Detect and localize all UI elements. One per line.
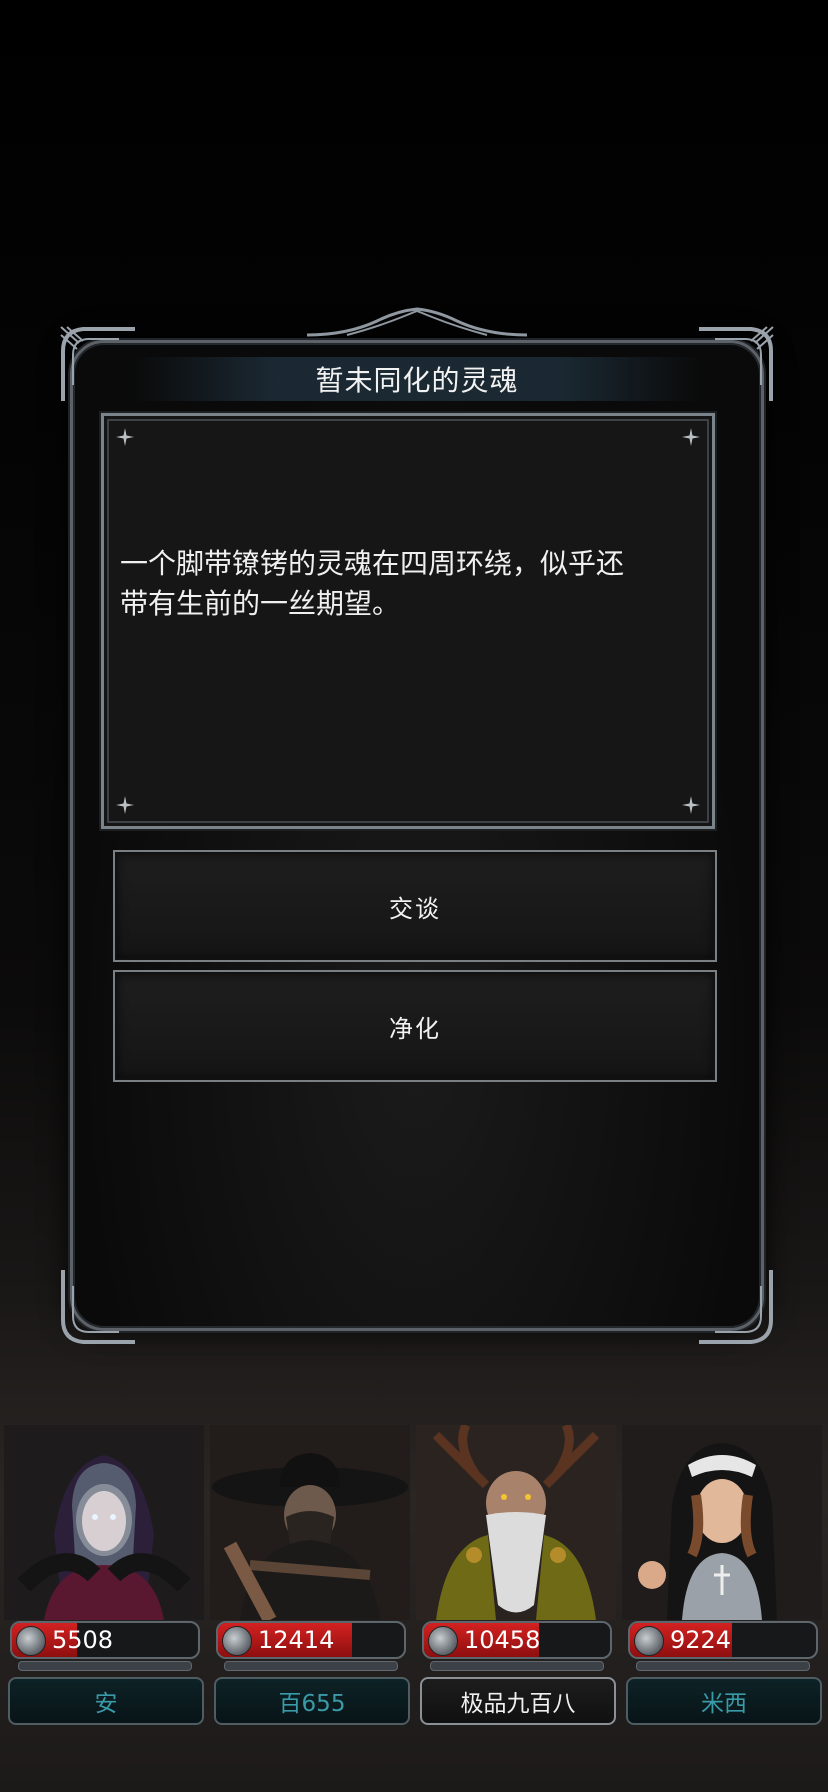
member-name-button[interactable]: 百655 <box>214 1677 410 1725</box>
hp-value: 10458 <box>464 1626 541 1654</box>
hat-swordsman-portrait <box>210 1425 410 1620</box>
energy-bar <box>18 1661 192 1671</box>
hp-value: 12414 <box>258 1626 335 1654</box>
energy-bar <box>430 1661 604 1671</box>
sword-icon <box>428 1626 458 1656</box>
sparkle-icon <box>116 796 134 814</box>
hp-bar: 5508 <box>10 1621 200 1659</box>
energy-bar <box>224 1661 398 1671</box>
party-member-card[interactable]: 10458 极品九百八 <box>416 1425 616 1725</box>
party-bar: 5508 安 12414 百655 10458 极品九百八 9224 米西 <box>0 1425 828 1725</box>
hp-bar: 10458 <box>422 1621 612 1659</box>
dialog-text-panel: 一个脚带镣铐的灵魂在四周环绕，似乎还 带有生前的一丝期望。 <box>101 413 715 829</box>
hp-bar: 9224 <box>628 1621 818 1659</box>
corner-ornament-icon <box>60 326 135 401</box>
sword-icon <box>634 1626 664 1656</box>
sword-icon <box>16 1626 46 1656</box>
sword-icon <box>222 1626 252 1656</box>
hp-value: 9224 <box>670 1626 732 1654</box>
nun-warrior-portrait <box>622 1425 822 1620</box>
dialog-title-bar: 暂未同化的灵魂 <box>133 357 701 401</box>
corner-ornament-icon <box>699 326 774 401</box>
sparkle-icon <box>682 428 700 446</box>
purify-choice-button[interactable]: 净化 <box>113 970 717 1082</box>
dialog-body-text: 一个脚带镣铐的灵魂在四周环绕，似乎还 带有生前的一丝期望。 <box>120 544 696 624</box>
party-member-card[interactable]: 5508 安 <box>4 1425 204 1725</box>
member-name-button[interactable]: 安 <box>8 1677 204 1725</box>
hp-bar: 12414 <box>216 1621 406 1659</box>
hooded-sorceress-portrait <box>4 1425 204 1620</box>
party-member-card[interactable]: 12414 百655 <box>210 1425 410 1725</box>
event-dialog: 暂未同化的灵魂 一个脚带镣铐的灵魂在四周环绕，似乎还 带有生前的一丝期望。 交谈… <box>60 307 774 1344</box>
title-crest-icon <box>307 307 527 337</box>
member-name-button[interactable]: 米西 <box>626 1677 822 1725</box>
talk-choice-button[interactable]: 交谈 <box>113 850 717 962</box>
member-name-button[interactable]: 极品九百八 <box>420 1677 616 1725</box>
dialog-body-line: 一个脚带镣铐的灵魂在四周环绕，似乎还 <box>120 547 625 580</box>
dialog-body-line: 带有生前的一丝期望。 <box>120 587 401 620</box>
energy-bar <box>636 1661 810 1671</box>
dialog-title: 暂未同化的灵魂 <box>315 364 519 397</box>
party-member-card[interactable]: 9224 米西 <box>622 1425 822 1725</box>
hp-value: 5508 <box>52 1626 114 1654</box>
antlered-elder-portrait <box>416 1425 616 1620</box>
sparkle-icon <box>116 428 134 446</box>
corner-ornament-icon <box>61 1270 135 1344</box>
sparkle-icon <box>682 796 700 814</box>
corner-ornament-icon <box>699 1270 773 1344</box>
